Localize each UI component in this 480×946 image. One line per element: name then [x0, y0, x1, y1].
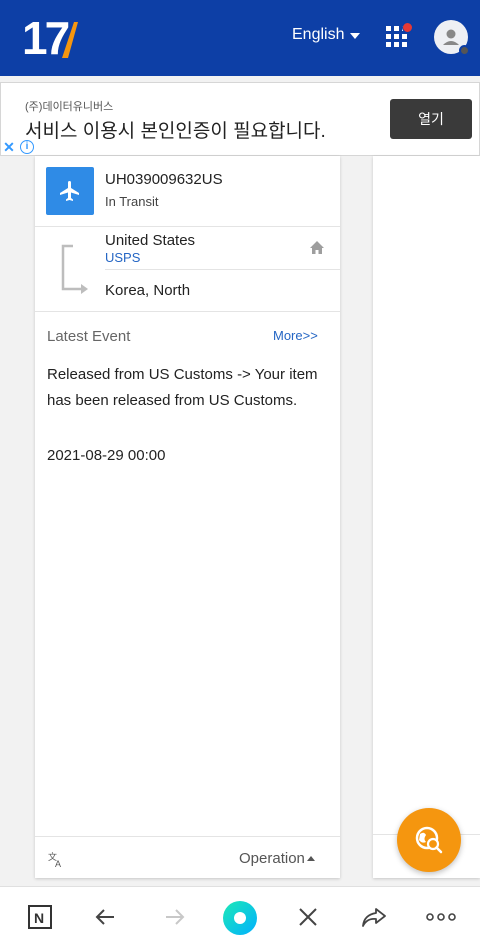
caret-down-icon [350, 33, 361, 39]
apps-grid-icon[interactable] [386, 22, 413, 48]
ad-close-icon[interactable]: ✕ [1, 139, 17, 155]
forward-arrow-icon[interactable] [160, 903, 188, 931]
svg-text:A: A [55, 859, 61, 867]
divider [35, 311, 340, 312]
notification-dot [402, 22, 413, 33]
share-icon[interactable] [360, 903, 388, 931]
search-globe-icon[interactable] [397, 808, 461, 872]
tracking-card: UH039009632US In Transit United States U… [35, 156, 340, 878]
shipment-status: In Transit [105, 194, 159, 209]
tracking-number[interactable]: UH039009632US [105, 171, 223, 188]
airplane-icon [46, 167, 94, 215]
n-logo-icon[interactable]: N [26, 903, 54, 931]
browser-bottom-bar: N [0, 886, 480, 946]
event-description: Released from US Customs -> Your item ha… [47, 366, 318, 409]
avatar-status-dot [459, 45, 470, 56]
svg-text:17: 17 [22, 14, 69, 60]
home-dot-icon[interactable] [222, 900, 258, 936]
ad-advertiser: (주)데이터유니버스 [25, 101, 114, 113]
svg-text:N: N [34, 910, 44, 926]
route-divider [105, 269, 340, 270]
translate-icon[interactable]: 文 A [48, 851, 64, 869]
destination-country: Korea, North [105, 282, 191, 299]
operation-menu[interactable]: Operation [239, 850, 315, 867]
operation-label: Operation [239, 850, 305, 867]
ad-info-icon[interactable]: i [20, 140, 34, 154]
next-tracking-card[interactable] [373, 156, 480, 878]
latest-event-label: Latest Event [47, 328, 131, 345]
route-icon [59, 244, 89, 294]
more-link[interactable]: More>> [273, 328, 318, 343]
user-avatar-icon[interactable] [434, 20, 470, 56]
ad-open-button[interactable]: 열기 [390, 99, 472, 139]
carrier-link[interactable]: USPS [105, 250, 140, 265]
home-icon[interactable] [309, 240, 325, 255]
ad-headline[interactable]: 서비스 이용시 본인인증이 필요합니다. [25, 116, 326, 143]
language-label: English [292, 26, 345, 43]
ad-banner[interactable]: (주)데이터유니버스 서비스 이용시 본인인증이 필요합니다. 열기 ✕ i [0, 82, 480, 156]
origin-country: United States [105, 232, 196, 249]
back-arrow-icon[interactable] [92, 903, 120, 931]
brand-logo[interactable]: 17 [22, 12, 82, 64]
top-header: 17 English [0, 0, 480, 76]
divider [35, 836, 340, 837]
more-dots-icon[interactable] [426, 903, 456, 931]
event-time: 2021-08-29 00:00 [47, 447, 166, 464]
caret-up-icon [306, 856, 315, 861]
close-icon[interactable] [294, 903, 322, 931]
divider [35, 226, 340, 227]
language-selector[interactable]: English [292, 26, 361, 44]
